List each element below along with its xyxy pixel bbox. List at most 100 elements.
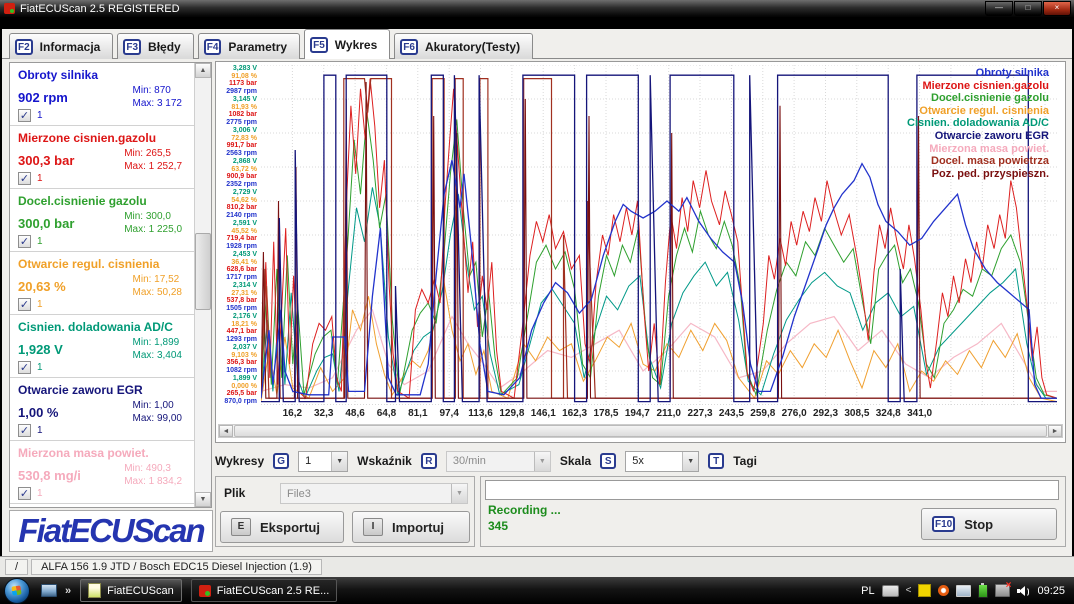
tab-wykres[interactable]: F5 Wykres xyxy=(304,29,390,59)
legend-entry: Mierzona masa powiet. xyxy=(907,143,1049,156)
x-axis-label: 162,3 xyxy=(562,408,587,419)
parameter-name: Docel.cisnienie gazolu xyxy=(18,194,147,208)
checkbox-checked-icon[interactable]: ✓ xyxy=(18,109,31,122)
parameter-minmax: Min: 1,899Max: 3,404 xyxy=(133,336,182,362)
language-indicator[interactable]: PL xyxy=(861,585,874,597)
scroll-right-icon[interactable]: ► xyxy=(1048,425,1062,437)
sidebar-scrollbar[interactable]: ▲ ▼ xyxy=(194,63,211,507)
taskbar-button-fiatecuscan[interactable]: FiatECUScan xyxy=(80,579,182,602)
scroll-down-icon[interactable]: ▼ xyxy=(195,492,211,507)
y-axis-group: 3,283 V91,08 %1173 bar2987 rpm xyxy=(216,65,260,95)
scroll-left-icon[interactable]: ◄ xyxy=(219,425,233,437)
wskaznik-label: Wskaźnik xyxy=(357,454,412,468)
legend-entry: Otwarcie regul. cisnienia xyxy=(907,105,1049,118)
file-select[interactable]: File3 ▼ xyxy=(280,483,468,504)
legend-entry: Cisnien. doladowania AD/C xyxy=(907,117,1049,130)
x-axis-label: 292,3 xyxy=(813,408,838,419)
hscrollbar-thumb[interactable] xyxy=(234,425,1047,437)
tagi-label: Tagi xyxy=(733,454,757,468)
chevron-more-icon[interactable]: » xyxy=(65,585,71,597)
y-axis-label: 1,899 V xyxy=(233,375,257,383)
yellow-app-tray-icon[interactable] xyxy=(918,584,931,597)
wykresy-label: Wykresy xyxy=(215,454,264,468)
close-button[interactable]: × xyxy=(1043,1,1071,16)
skala-select[interactable]: 5x ▼ xyxy=(625,451,699,472)
file-group: Plik File3 ▼ E Eksportuj I Importuj xyxy=(215,476,475,547)
plot-area[interactable]: Obroty silnikaMierzone cisnien.gazoluDoc… xyxy=(261,65,1057,405)
parameter-sidebar: Obroty silnika902 rpmMin: 870Max: 3 172✓… xyxy=(9,62,212,508)
y-axis-label: 1293 rpm xyxy=(226,336,257,344)
maximize-button[interactable]: □ xyxy=(1014,1,1042,16)
f5-key-badge: F5 xyxy=(310,37,328,53)
g-key-badge[interactable]: G xyxy=(273,453,289,469)
y-axis-label: 628,6 bar xyxy=(227,266,257,274)
tab-label: Informacja xyxy=(40,40,101,54)
checkbox-checked-icon[interactable]: ✓ xyxy=(18,172,31,185)
tab-bledy[interactable]: F3 Błędy xyxy=(117,33,193,59)
checkbox-checked-icon[interactable]: ✓ xyxy=(18,298,31,311)
t-key-badge[interactable]: T xyxy=(708,453,724,469)
speaker-icon[interactable] xyxy=(1017,586,1030,596)
stop-label: Stop xyxy=(964,517,993,532)
y-axis-group: 3,006 V72,83 %991,7 bar2563 rpm xyxy=(216,127,260,157)
screen: FiatECUScan 2.5 REGISTERED — □ × F2 Info… xyxy=(0,0,1074,604)
keyboard-icon[interactable] xyxy=(882,585,899,597)
wykresy-select[interactable]: 1 ▼ xyxy=(298,451,348,472)
main-window: F2 Informacja F3 Błędy F4 Parametry F5 W… xyxy=(2,29,1072,556)
tab-akuratory[interactable]: F6 Akuratory(Testy) xyxy=(394,33,533,59)
recording-status: Recording ... xyxy=(488,503,561,517)
checkbox-label: 1 xyxy=(37,110,43,121)
tab-informacja[interactable]: F2 Informacja xyxy=(9,33,113,59)
y-axis-label: 27,31 % xyxy=(231,290,257,298)
plik-label: Plik xyxy=(224,486,245,500)
status-bar: / ALFA 156 1.9 JTD / Bosch EDC15 Diesel … xyxy=(0,556,1074,577)
chart-hscrollbar[interactable]: ◄ ► xyxy=(218,424,1063,438)
r-key-badge[interactable]: R xyxy=(421,453,437,469)
parameter-value: 300,0 bar xyxy=(18,216,74,231)
checkbox-checked-icon[interactable]: ✓ xyxy=(18,361,31,374)
checkbox-checked-icon[interactable]: ✓ xyxy=(18,487,31,500)
y-axis-label: 2,868 V xyxy=(233,158,257,166)
parameter-name: Cisnien. doladowania AD/C xyxy=(18,320,173,334)
s-key-badge[interactable]: S xyxy=(600,453,616,469)
wskaznik-select[interactable]: 30/min ▼ xyxy=(446,451,551,472)
parameter-check-row: ✓1 xyxy=(18,109,43,122)
network-disconnected-icon[interactable] xyxy=(995,584,1010,597)
tab-label: Błędy xyxy=(148,40,181,54)
tab-strip: F2 Informacja F3 Błędy F4 Parametry F5 W… xyxy=(2,29,1072,59)
parameter-value: 1,928 V xyxy=(18,342,63,357)
start-button[interactable] xyxy=(4,578,30,604)
export-button[interactable]: E Eksportuj xyxy=(220,511,344,543)
battery-icon[interactable] xyxy=(978,584,988,598)
export-label: Eksportuj xyxy=(260,520,320,535)
parameter-min: Min: 1,00 xyxy=(133,399,182,412)
series-cisnien-doladowania-ad-c xyxy=(261,187,1057,398)
parameter-min: Min: 870 xyxy=(133,84,182,97)
y-axis-label: 1505 rpm xyxy=(226,305,257,313)
parameter-card: Mierzone cisnien.gazolu300,3 barMin: 265… xyxy=(10,126,194,189)
show-desktop-icon[interactable] xyxy=(41,584,57,597)
scroll-up-icon[interactable]: ▲ xyxy=(195,63,211,78)
y-axis-label: 2352 rpm xyxy=(226,181,257,189)
file-select-value: File3 xyxy=(287,488,311,500)
minimize-button[interactable]: — xyxy=(985,1,1013,16)
tray-collapse-icon[interactable]: < xyxy=(906,585,912,596)
stop-button[interactable]: F10 Stop xyxy=(921,508,1057,540)
x-axis-label: 194,7 xyxy=(625,408,650,419)
checkbox-checked-icon[interactable]: ✓ xyxy=(18,424,31,437)
checkbox-label: 1 xyxy=(37,488,43,499)
f4-key-badge: F4 xyxy=(204,39,222,55)
f2-key-badge: F2 xyxy=(15,39,33,55)
scrollbar-thumb[interactable] xyxy=(195,233,211,310)
x-axis-label: 64,8 xyxy=(377,408,396,419)
taskbar-button-fiatecuscan-25[interactable]: FiatECUScan 2.5 RE... xyxy=(191,579,338,602)
display-tray-icon[interactable] xyxy=(956,585,971,597)
import-button[interactable]: I Importuj xyxy=(352,511,470,543)
fiatecuscan-logo: FiatECUScan xyxy=(18,512,203,550)
legend-entry: Mierzone cisnien.gazolu xyxy=(907,80,1049,93)
tab-parametry[interactable]: F4 Parametry xyxy=(198,33,300,59)
y-axis-label: 1173 bar xyxy=(229,80,257,88)
checkbox-checked-icon[interactable]: ✓ xyxy=(18,235,31,248)
parameter-minmax: Min: 17,52Max: 50,28 xyxy=(133,273,182,299)
orange-app-tray-icon[interactable] xyxy=(938,585,949,596)
